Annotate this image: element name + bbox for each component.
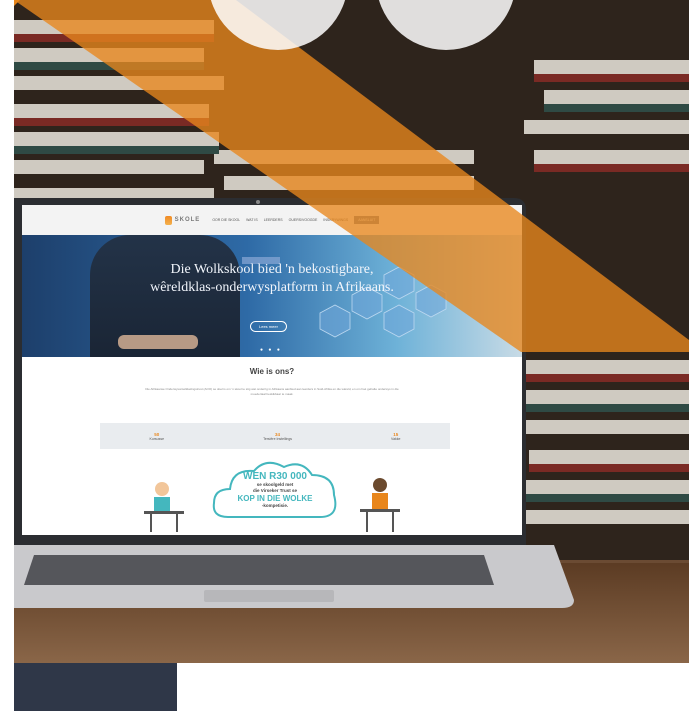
left-margin [0,0,14,711]
navy-footer-block [14,663,177,711]
orange-diagonal-overlay [14,0,689,352]
